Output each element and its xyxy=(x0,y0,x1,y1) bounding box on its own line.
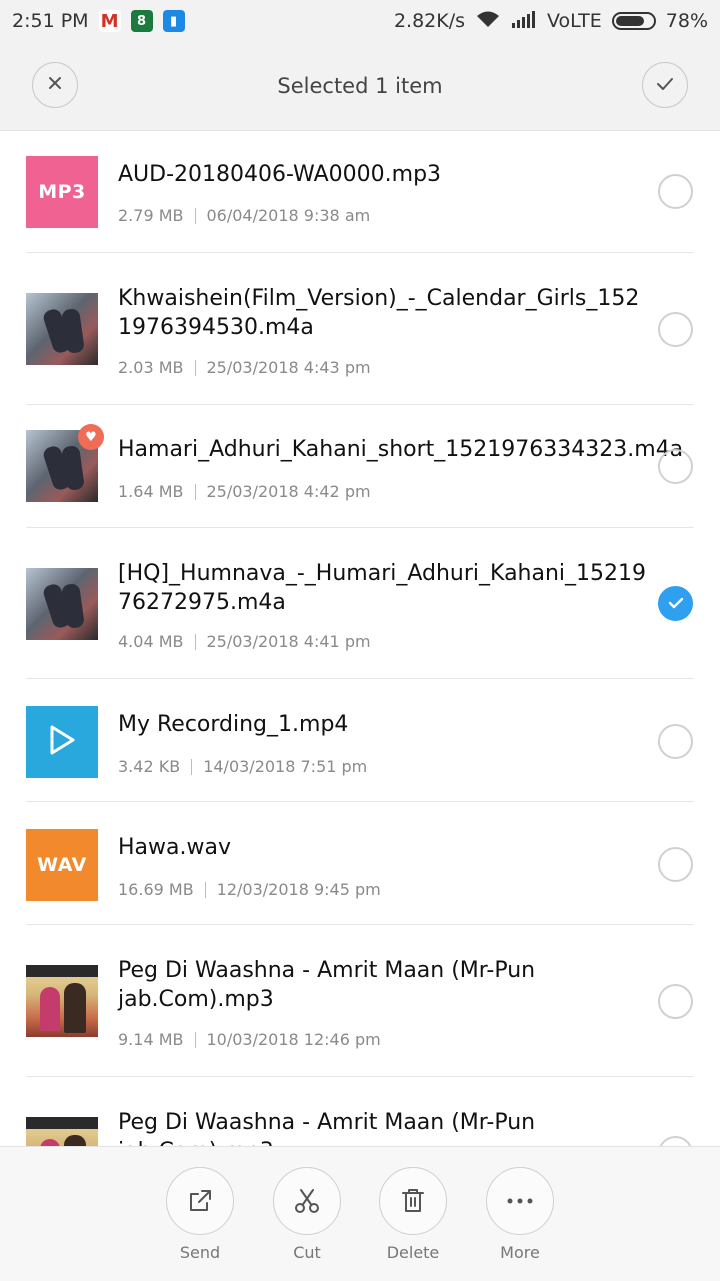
check-icon xyxy=(656,76,674,95)
file-date: 14/03/2018 7:51 pm xyxy=(203,757,368,776)
thumb-type-label: MP3 xyxy=(38,181,86,203)
list-item[interactable]: MP3 AUD-20180406-WA0000.mp3 2.79 MB 06/0… xyxy=(0,131,720,253)
more-dots-icon xyxy=(486,1167,554,1235)
file-name: Khwaishein(Film_Version)_-_Calendar_Girl… xyxy=(118,286,640,340)
wifi-icon xyxy=(475,9,501,34)
status-bar: 2:51 PM M 8 ▮ 2.82K/s VoLTE 78% xyxy=(0,0,720,42)
file-size: 2.03 MB xyxy=(118,358,184,377)
close-icon xyxy=(47,75,63,95)
gmail-icon: M xyxy=(98,10,121,32)
album-art-thumbnail xyxy=(26,965,98,1037)
file-meta: 16.69 MB 12/03/2018 9:45 pm xyxy=(118,880,381,899)
file-name: My Recording_1.mp4 xyxy=(118,712,349,737)
select-checkbox[interactable] xyxy=(658,984,693,1019)
file-size: 9.14 MB xyxy=(118,1030,184,1049)
more-label: More xyxy=(500,1243,540,1262)
file-date: 25/03/2018 4:41 pm xyxy=(206,632,371,651)
file-size: 4.04 MB xyxy=(118,632,184,651)
file-size: 16.69 MB xyxy=(118,880,194,899)
scissors-icon xyxy=(273,1167,341,1235)
select-checkbox[interactable] xyxy=(658,449,693,484)
file-name: [HQ]_Humnava_-_Humari_Adhuri_Kahani_1521… xyxy=(118,561,647,615)
file-date: 12/03/2018 9:45 pm xyxy=(216,880,381,899)
cut-button[interactable]: Cut xyxy=(272,1167,342,1262)
more-button[interactable]: More xyxy=(485,1167,555,1262)
file-meta: 4.04 MB 25/03/2018 4:41 pm xyxy=(118,632,371,651)
select-checkbox-checked[interactable] xyxy=(658,586,693,621)
select-checkbox[interactable] xyxy=(658,1136,693,1146)
album-art-thumbnail: ♥ xyxy=(26,424,104,502)
heart-icon: ♥ xyxy=(78,424,104,450)
file-date: 25/03/2018 4:43 pm xyxy=(206,358,371,377)
file-size: 3.42 KB xyxy=(118,757,181,776)
file-meta: 1.64 MB 25/03/2018 4:42 pm xyxy=(118,482,371,501)
list-item[interactable]: ♥ Hamari_Adhuri_Kahani_short_15219763343… xyxy=(0,405,720,528)
list-item[interactable]: Peg Di Waashna - Amrit Maan (Mr-Punjab.C… xyxy=(0,1077,720,1146)
file-date: 25/03/2018 4:42 pm xyxy=(206,482,371,501)
list-item[interactable]: WAV Hawa.wav 16.69 MB 12/03/2018 9:45 pm xyxy=(0,802,720,925)
select-checkbox[interactable] xyxy=(658,174,693,209)
check-icon xyxy=(668,594,684,613)
file-meta: 2.79 MB 06/04/2018 9:38 am xyxy=(118,206,370,225)
select-all-button[interactable] xyxy=(642,62,688,108)
list-item[interactable]: My Recording_1.mp4 3.42 KB 14/03/2018 7:… xyxy=(0,679,720,802)
delete-button[interactable]: Delete xyxy=(378,1167,448,1262)
file-meta: 2.03 MB 25/03/2018 4:43 pm xyxy=(118,358,371,377)
file-name: Hamari_Adhuri_Kahani_short_1521976334323… xyxy=(118,437,684,462)
trash-icon xyxy=(379,1167,447,1235)
file-meta: 3.42 KB 14/03/2018 7:51 pm xyxy=(118,757,367,776)
file-name: Peg Di Waashna - Amrit Maan (Mr-Punjab.C… xyxy=(118,958,536,1012)
album-art-thumbnail xyxy=(26,568,98,640)
pool-game-icon: 8 xyxy=(130,10,153,32)
select-checkbox[interactable] xyxy=(658,312,693,347)
file-size: 2.79 MB xyxy=(118,206,184,225)
list-item[interactable]: Khwaishein(Film_Version)_-_Calendar_Girl… xyxy=(0,253,720,405)
list-item[interactable]: Peg Di Waashna - Amrit Maan (Mr-Punjab.C… xyxy=(0,925,720,1077)
status-time: 2:51 PM xyxy=(12,10,89,32)
selection-header: Selected 1 item xyxy=(0,42,720,131)
battery-icon xyxy=(611,12,656,30)
select-checkbox[interactable] xyxy=(658,847,693,882)
cut-label: Cut xyxy=(293,1243,321,1262)
file-name: Hawa.wav xyxy=(118,835,231,860)
cancel-selection-button[interactable] xyxy=(32,62,78,108)
list-item[interactable]: [HQ]_Humnava_-_Humari_Adhuri_Kahani_1521… xyxy=(0,528,720,679)
file-date: 10/03/2018 12:46 pm xyxy=(206,1030,381,1049)
send-icon xyxy=(166,1167,234,1235)
action-toolbar: Send Cut Delete More xyxy=(0,1146,720,1281)
thumb-type-label: WAV xyxy=(37,854,87,876)
album-art-thumbnail xyxy=(26,1117,98,1146)
delete-label: Delete xyxy=(386,1243,440,1262)
network-type: VoLTE xyxy=(547,10,602,32)
select-checkbox[interactable] xyxy=(658,724,693,759)
network-speed: 2.82K/s xyxy=(393,10,466,32)
send-button[interactable]: Send xyxy=(165,1167,235,1262)
file-name: AUD-20180406-WA0000.mp3 xyxy=(118,162,442,187)
signal-icon xyxy=(511,9,537,34)
app-icon: ▮ xyxy=(162,10,185,32)
page-title: Selected 1 item xyxy=(277,74,443,98)
file-date: 06/04/2018 9:38 am xyxy=(206,206,371,225)
file-size: 1.64 MB xyxy=(118,482,184,501)
send-label: Send xyxy=(179,1243,221,1262)
wav-thumbnail: WAV xyxy=(26,829,98,901)
play-icon xyxy=(47,724,77,760)
file-name: Peg Di Waashna - Amrit Maan (Mr-Punjab.C… xyxy=(118,1110,536,1146)
file-list[interactable]: MP3 AUD-20180406-WA0000.mp3 2.79 MB 06/0… xyxy=(0,131,720,1146)
battery-percent: 78% xyxy=(665,10,708,32)
file-meta: 9.14 MB 10/03/2018 12:46 pm xyxy=(118,1030,381,1049)
mp3-thumbnail: MP3 xyxy=(26,156,98,228)
album-art-thumbnail xyxy=(26,293,98,365)
video-thumbnail xyxy=(26,706,98,778)
